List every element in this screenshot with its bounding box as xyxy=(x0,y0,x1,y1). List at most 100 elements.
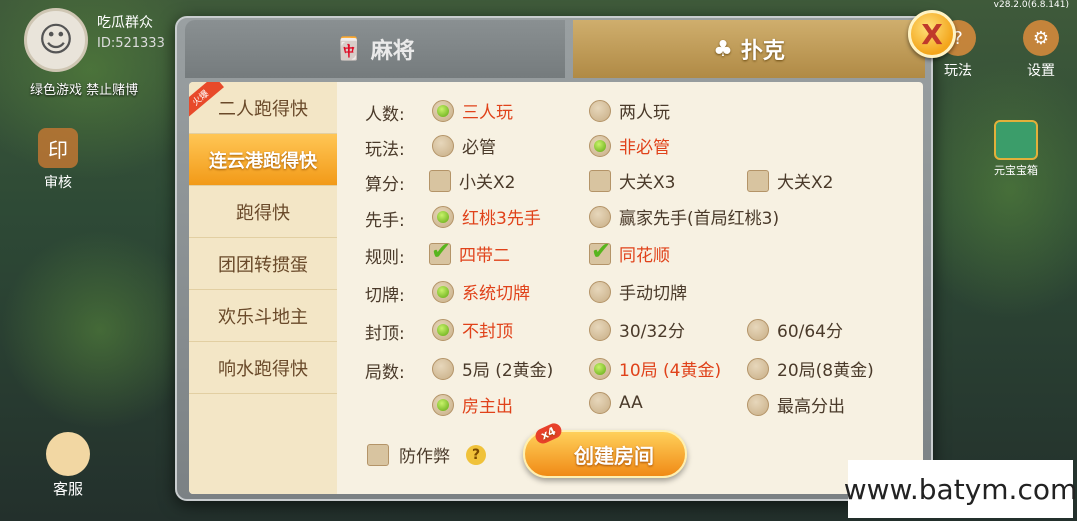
radio-icon[interactable] xyxy=(432,318,454,341)
rule-radio-option[interactable]: 非必管 xyxy=(589,133,670,158)
treasure-label: 元宝宝箱 xyxy=(994,164,1038,177)
customer-service-button[interactable]: 客服 xyxy=(40,432,96,499)
radio-icon[interactable] xyxy=(589,99,611,122)
option-label: 房主出 xyxy=(462,397,513,417)
tab-poker[interactable]: ♣ 扑克 xyxy=(573,20,925,78)
option-label: 非必管 xyxy=(619,138,670,158)
rule-radio-option[interactable]: AA xyxy=(589,392,643,414)
radio-icon[interactable] xyxy=(432,205,454,228)
club-icon: ♣ xyxy=(713,36,733,62)
tab-poker-label: 扑克 xyxy=(740,39,785,64)
menu-item-label: 二人跑得快 xyxy=(218,98,308,120)
create-room-dialog: 🀄 麻将 ♣ 扑克 X 火爆 二人跑得快 连云港跑得快 跑得快 团团转掼蛋 欢乐… xyxy=(175,10,956,501)
rule-row: 规则: 四带二 同花顺 xyxy=(337,237,923,269)
site-watermark: www.batym.com xyxy=(844,460,1077,518)
rule-radio-option[interactable]: 不封顶 xyxy=(432,317,513,342)
menu-item-label: 跑得快 xyxy=(236,202,290,224)
menu-item-xiangshui-paodekuai[interactable]: 响水跑得快 xyxy=(189,342,337,394)
rule-radio-option[interactable]: 红桃3先手 xyxy=(432,204,541,229)
rule-checkbox-option[interactable]: 大关X2 xyxy=(747,168,833,193)
gear-icon: ⚙ xyxy=(1023,20,1059,56)
create-room-label: 创建房间 xyxy=(574,443,654,468)
radio-icon[interactable] xyxy=(747,393,769,416)
radio-icon[interactable] xyxy=(589,134,611,157)
checkbox-icon[interactable] xyxy=(589,237,611,265)
rule-radio-option[interactable]: 20局(8黄金) xyxy=(747,356,874,381)
option-label: 不封顶 xyxy=(462,322,513,342)
radio-icon[interactable] xyxy=(432,134,454,157)
player-avatar[interactable]: ☺ xyxy=(24,8,88,72)
treasure-chest-icon xyxy=(994,120,1038,160)
rule-row: 封顶: 不封顶 30/32分 60/64分 xyxy=(337,315,923,345)
rule-row: 局数: 5局 (2黄金) 10局 (4黄金) 20局(8黄金) xyxy=(337,354,923,384)
radio-icon[interactable] xyxy=(747,318,769,341)
customer-service-icon xyxy=(46,432,90,476)
option-label: 60/64分 xyxy=(777,322,843,342)
dialog-content: 火爆 二人跑得快 连云港跑得快 跑得快 团团转掼蛋 欢乐斗地主 响水跑得快 人数… xyxy=(189,82,923,494)
option-label: 大关X2 xyxy=(777,173,834,193)
review-button[interactable]: 印 审核 xyxy=(36,128,80,192)
rule-row: 切牌: 系统切牌 手动切牌 xyxy=(337,277,923,307)
checkbox-icon[interactable] xyxy=(429,169,451,192)
close-icon: X xyxy=(921,17,943,51)
option-label: 30/32分 xyxy=(619,322,685,342)
rule-radio-option[interactable]: 5局 (2黄金) xyxy=(432,356,553,381)
rule-radio-option[interactable]: 最高分出 xyxy=(747,392,845,417)
radio-icon[interactable] xyxy=(432,357,454,380)
tab-mahjong[interactable]: 🀄 麻将 xyxy=(185,20,565,78)
checkbox-icon[interactable] xyxy=(429,237,451,265)
radio-icon[interactable] xyxy=(589,318,611,341)
rule-radio-option[interactable]: 10局 (4黄金) xyxy=(589,356,721,381)
rule-checkbox-option[interactable]: 同花顺 xyxy=(589,237,670,266)
rule-radio-option[interactable]: 赢家先手(首局红桃3) xyxy=(589,204,779,229)
option-label: 三人玩 xyxy=(462,103,513,123)
rule-row: 先手: 红桃3先手 赢家先手(首局红桃3) xyxy=(337,202,923,232)
rule-radio-option[interactable]: 必管 xyxy=(432,133,496,158)
rule-radio-option[interactable]: 系统切牌 xyxy=(432,279,530,304)
radio-icon[interactable] xyxy=(432,99,454,122)
checkbox-icon[interactable] xyxy=(747,169,769,192)
rule-radio-option[interactable]: 两人玩 xyxy=(589,98,670,123)
radio-icon[interactable] xyxy=(432,393,454,416)
settings-button[interactable]: ⚙ 设置 xyxy=(1018,20,1064,80)
option-label: 红桃3先手 xyxy=(462,209,541,229)
customer-service-label: 客服 xyxy=(52,480,83,498)
option-label: 两人玩 xyxy=(619,103,670,123)
rules-label: 玩法 xyxy=(944,63,972,79)
rule-checkbox-option[interactable]: 大关X3 xyxy=(589,168,675,193)
rule-row: 算分: 小关X2 大关X3 大关X2 xyxy=(337,166,923,196)
option-label: 5局 (2黄金) xyxy=(462,361,554,381)
menu-item-huanle-doudizhu[interactable]: 欢乐斗地主 xyxy=(189,290,337,342)
checkbox-icon[interactable] xyxy=(589,169,611,192)
option-label: 小关X2 xyxy=(459,173,516,193)
rule-radio-option[interactable]: 30/32分 xyxy=(589,317,685,342)
treasure-chest-button[interactable]: 元宝宝箱 xyxy=(986,120,1046,178)
menu-item-lianyungang-paodekuai[interactable]: 连云港跑得快 xyxy=(189,134,337,186)
rule-radio-option[interactable]: 三人玩 xyxy=(432,98,513,123)
menu-item-paodekuai[interactable]: 跑得快 xyxy=(189,186,337,238)
create-room-button[interactable]: x4 创建房间 xyxy=(523,421,687,478)
rule-radio-option[interactable]: 60/64分 xyxy=(747,317,843,342)
rule-checkbox-option[interactable]: 小关X2 xyxy=(429,168,515,193)
radio-icon[interactable] xyxy=(747,357,769,380)
radio-icon[interactable] xyxy=(589,392,611,414)
anticheat-option[interactable]: 防作弊 ? xyxy=(367,442,486,467)
game-type-tabs: 🀄 麻将 ♣ 扑克 xyxy=(185,20,925,78)
mahjong-icon: 🀄 xyxy=(335,36,363,62)
radio-icon[interactable] xyxy=(589,357,611,380)
anticheat-checkbox[interactable] xyxy=(367,443,389,466)
rule-checkbox-option[interactable]: 四带二 xyxy=(429,237,510,266)
player-name: 吃瓜群众 xyxy=(97,15,153,31)
close-button[interactable]: X xyxy=(908,10,956,58)
radio-icon[interactable] xyxy=(589,205,611,228)
radio-icon[interactable] xyxy=(432,280,454,303)
menu-item-erren-paodekuai[interactable]: 火爆 二人跑得快 xyxy=(189,82,337,134)
option-label: AA xyxy=(619,393,643,413)
rule-radio-option[interactable]: 手动切牌 xyxy=(589,279,687,304)
review-label: 审核 xyxy=(44,175,72,191)
option-label: 10局 (4黄金) xyxy=(619,361,722,381)
rule-radio-option[interactable]: 房主出 xyxy=(432,392,513,417)
help-icon[interactable]: ? xyxy=(466,444,486,465)
radio-icon[interactable] xyxy=(589,280,611,303)
menu-item-tuantuanzhuan-guandan[interactable]: 团团转掼蛋 xyxy=(189,238,337,290)
